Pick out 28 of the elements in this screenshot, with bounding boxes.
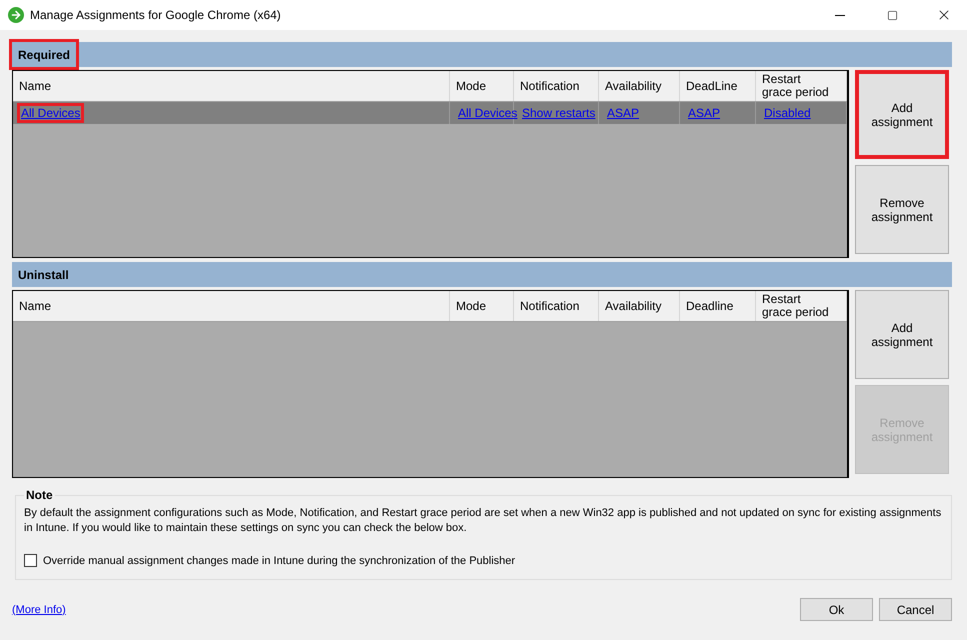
add-assignment-button[interactable]: Add assignment <box>855 70 949 159</box>
note-title: Note <box>25 488 54 502</box>
column-header[interactable]: Restart grace period <box>756 291 847 321</box>
remove-assignment-button[interactable]: Remove assignment <box>855 165 949 254</box>
column-header[interactable]: Name <box>13 71 450 101</box>
window-title: Manage Assignments for Google Chrome (x64) <box>30 8 282 22</box>
minimize-icon <box>835 14 845 16</box>
app-icon <box>8 7 24 23</box>
section-title: Uninstall <box>17 266 70 284</box>
column-header[interactable]: Deadline <box>680 291 756 321</box>
override-checkbox[interactable] <box>24 554 37 567</box>
section-title: Required <box>12 42 76 67</box>
column-header[interactable]: Mode <box>450 71 514 101</box>
column-header[interactable]: DeadLine <box>680 71 756 101</box>
column-header[interactable]: Name <box>13 291 450 321</box>
cancel-button[interactable]: Cancel <box>879 598 952 621</box>
column-header[interactable]: Availability <box>599 71 680 101</box>
ok-button[interactable]: Ok <box>800 598 873 621</box>
column-header[interactable]: Notification <box>514 291 599 321</box>
column-header[interactable]: Availability <box>599 291 680 321</box>
column-header[interactable]: Notification <box>514 71 599 101</box>
column-header[interactable]: Mode <box>450 291 514 321</box>
column-header[interactable]: Restart grace period <box>756 71 847 101</box>
note-text: By default the assignment configurations such as Mode, Notification, and Restart grace period are set when a new Win32 app is published and not updated on sync for existing assignments in Intune. If you would like to maintain these settings on sync you can check the below box. <box>24 506 942 536</box>
more-info-link[interactable]: (More Info) <box>12 604 794 616</box>
maximize-icon <box>886 10 898 20</box>
add-assignment-button[interactable]: Add assignment <box>855 290 949 379</box>
checkbox-label[interactable]: Override manual assignment changes made in Intune during the synchronization of the Publisher <box>43 554 516 566</box>
